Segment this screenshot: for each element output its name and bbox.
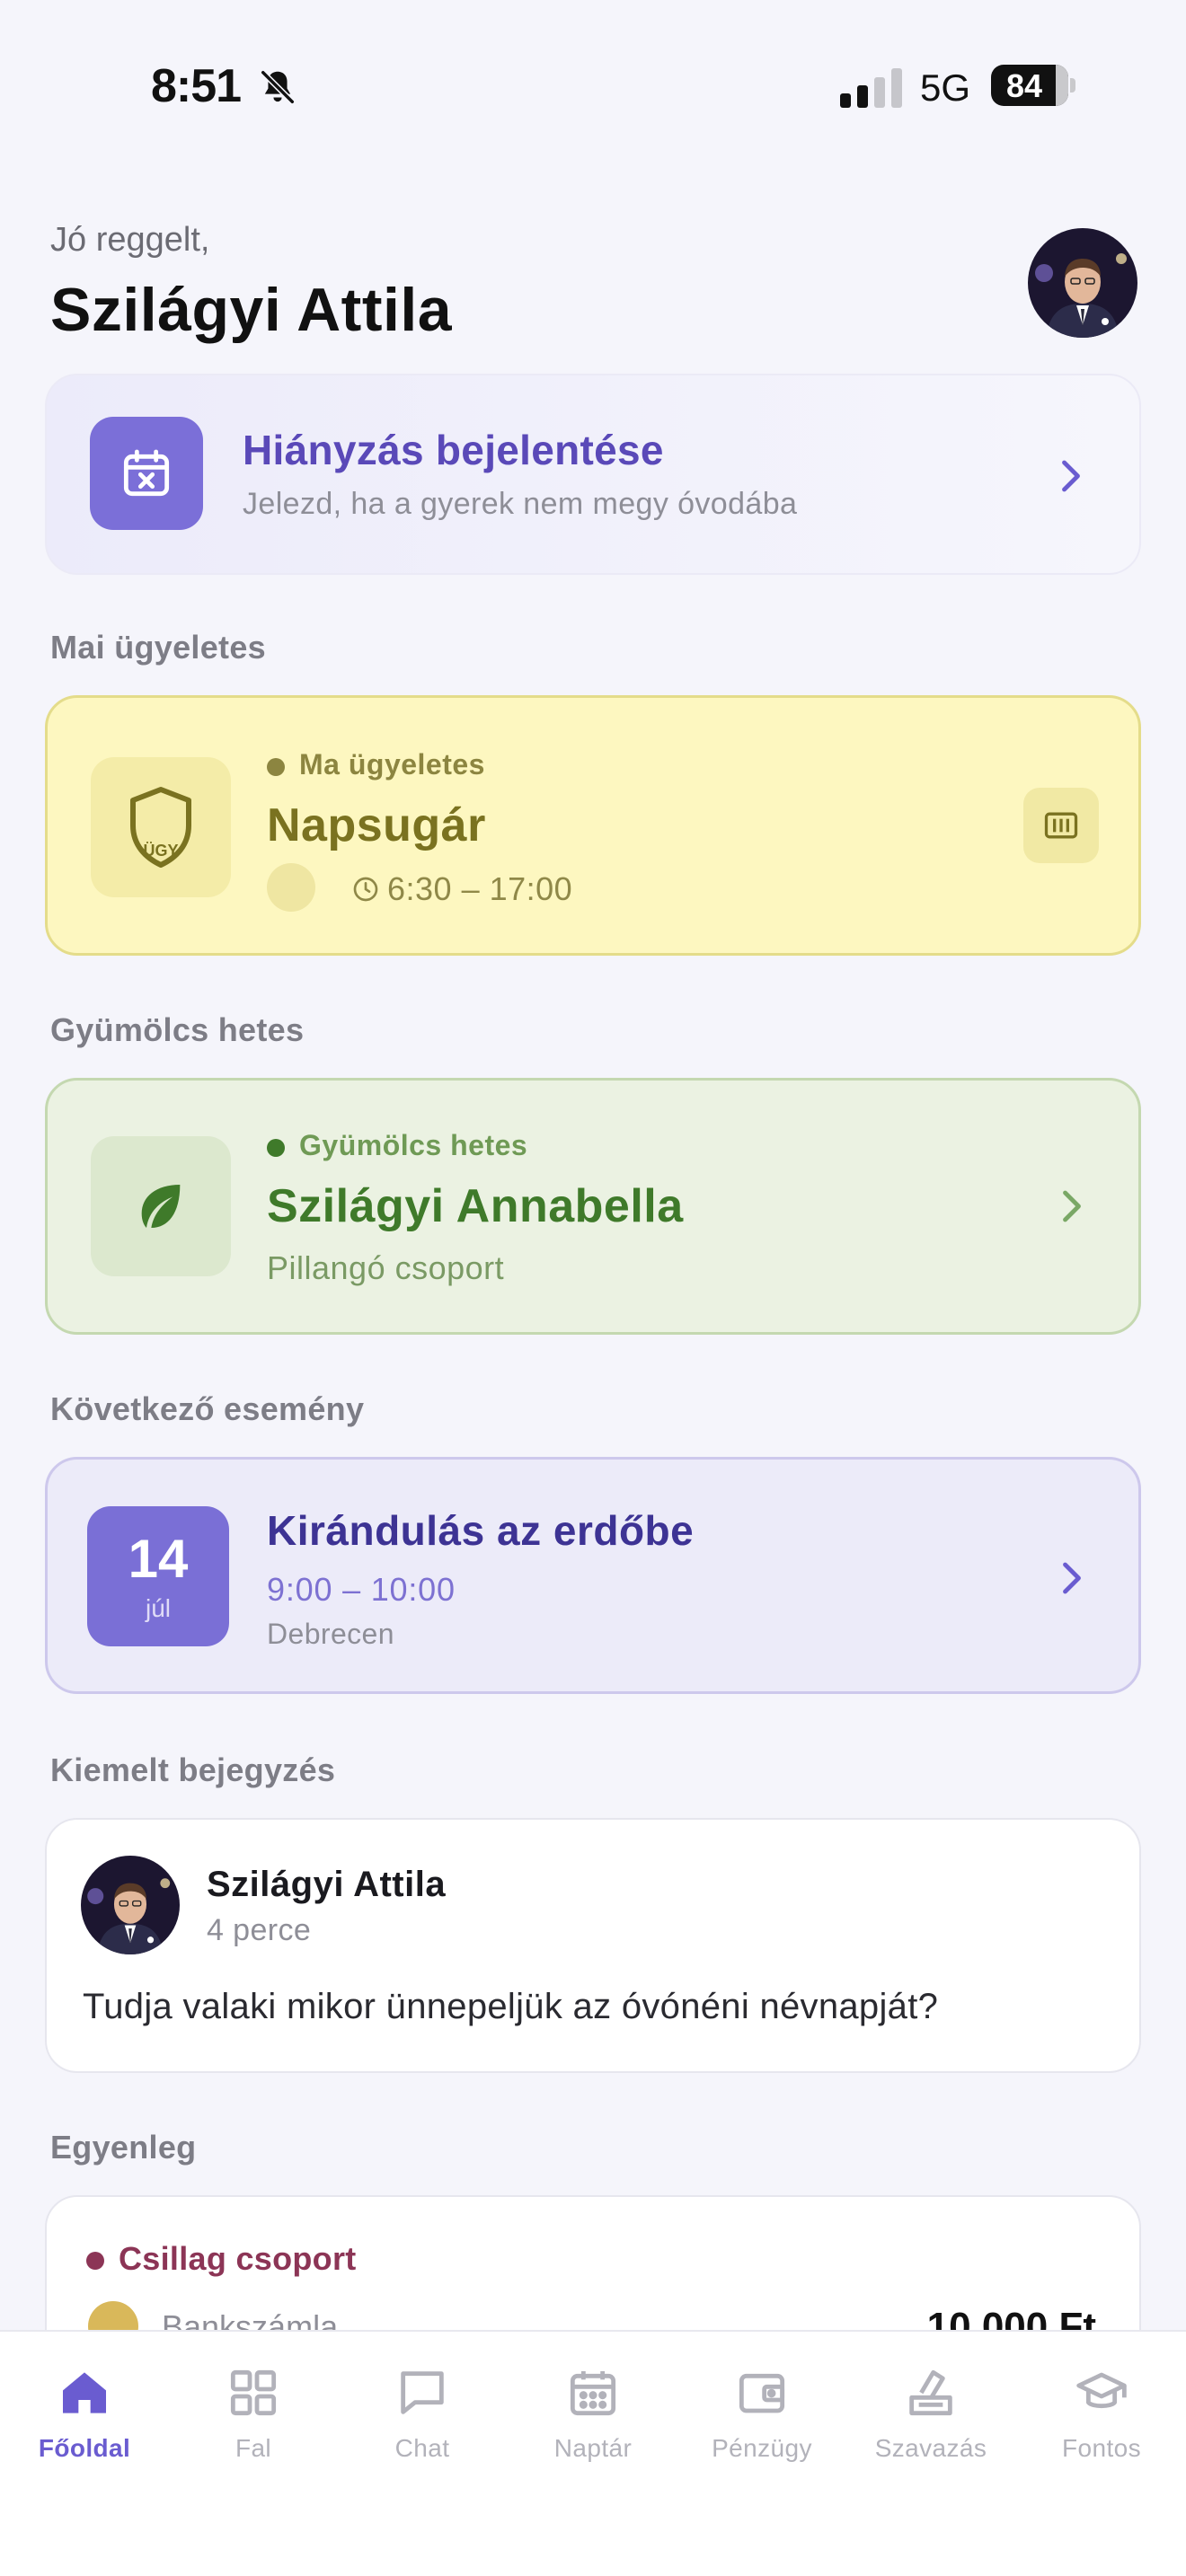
duty-avatar-placeholder: [267, 863, 315, 912]
chat-icon: [401, 2371, 444, 2414]
battery-icon: 84: [991, 65, 1077, 106]
bottom-tab-bar: Főoldal Fal Chat Naptár Pénzügy Szavazás…: [0, 2330, 1186, 2576]
profile-avatar[interactable]: [1028, 228, 1137, 338]
event-time: 9:00 – 10:00: [267, 1571, 456, 1608]
shield-icon: ÜGY: [91, 757, 231, 897]
tab-home[interactable]: Főoldal: [13, 2364, 156, 2463]
event-place: Debrecen: [267, 1618, 394, 1650]
post-time: 4 perce: [207, 1913, 312, 1947]
grid-icon: [230, 2369, 277, 2416]
tab-finance[interactable]: Pénzügy: [690, 2364, 834, 2463]
tab-chat[interactable]: Chat: [350, 2364, 494, 2463]
clock-icon: [353, 877, 378, 902]
tab-vote-label: Szavazás: [874, 2434, 987, 2462]
greeting-salutation: Jó reggelt,: [50, 221, 210, 259]
calendar-icon: [570, 2371, 616, 2416]
calendar-x-icon: [90, 417, 203, 530]
fruit-title: Szilágyi Annabella: [267, 1180, 684, 1232]
tab-calendar-label: Naptár: [553, 2434, 633, 2462]
duty-section-label: Mai ügyeletes: [50, 629, 266, 666]
post-author-avatar[interactable]: [81, 1856, 180, 1954]
tab-home-label: Főoldal: [38, 2434, 131, 2462]
qr-button[interactable]: [1023, 788, 1099, 863]
post-section-label: Kiemelt bejegyzés: [50, 1751, 336, 1788]
event-month: júl: [145, 1594, 171, 1622]
signal-icon: [840, 68, 902, 108]
barcode-icon: [1044, 812, 1078, 839]
shield-icon-text: ÜGY: [143, 842, 178, 860]
absence-report-card[interactable]: Hiányzás bejelentése Jelezd, ha a gyerek…: [45, 374, 1141, 575]
duty-time-label: 6:30 – 17:00: [387, 870, 573, 907]
event-section-label: Következő esemény: [50, 1390, 365, 1427]
chevron-right-icon: [1062, 460, 1080, 492]
battery-level: 84: [1005, 67, 1043, 104]
status-time: 8:51: [151, 60, 242, 112]
tab-chat-label: Chat: [394, 2434, 450, 2462]
leaf-icon: [91, 1136, 231, 1276]
absence-title: Hiányzás bejelentése: [243, 427, 664, 473]
duty-title: Napsugár: [267, 799, 486, 851]
tab-important[interactable]: Fontos: [1030, 2364, 1173, 2463]
tab-vote[interactable]: Szavazás: [859, 2364, 1003, 2463]
network-label: 5G: [920, 66, 971, 109]
chevron-right-icon: [1063, 1190, 1081, 1222]
duty-card: ÜGY Ma ügyeletes Napsugár 6:30 – 17:00: [45, 695, 1141, 956]
tab-finance-label: Pénzügy: [712, 2434, 812, 2462]
duty-time: 6:30 – 17:00: [351, 870, 572, 908]
tab-calendar[interactable]: Naptár: [521, 2364, 665, 2463]
wallet-icon: [739, 2373, 785, 2413]
absence-subtitle: Jelezd, ha a gyerek nem megy óvodába: [243, 487, 798, 521]
duty-tag: Ma ügyeletes: [267, 748, 485, 781]
tab-wall-label: Fal: [235, 2434, 272, 2462]
balance-group-label: Csillag csoport: [119, 2240, 357, 2277]
chevron-right-icon: [1063, 1562, 1081, 1594]
event-day: 14: [128, 1529, 189, 1589]
tab-wall[interactable]: Fal: [181, 2364, 325, 2463]
next-event-card[interactable]: 14 júl Kirándulás az erdőbe 9:00 – 10:00…: [45, 1457, 1141, 1694]
greeting-name: Szilágyi Attila: [50, 276, 453, 344]
tab-important-label: Fontos: [1062, 2434, 1141, 2462]
post-author: Szilágyi Attila: [207, 1865, 447, 1904]
fruit-subtitle: Pillangó csoport: [267, 1249, 505, 1286]
event-date-badge: 14 júl: [87, 1506, 229, 1646]
event-title: Kirándulás az erdőbe: [267, 1507, 695, 1554]
fruit-week-card[interactable]: Gyümölcs hetes Szilágyi Annabella Pillan…: [45, 1078, 1141, 1335]
post-body: Tudja valaki mikor ünnepeljük az óvónéni…: [83, 1987, 939, 2026]
balance-group: Csillag csoport: [86, 2240, 357, 2278]
duty-tag-label: Ma ügyeletes: [299, 748, 485, 781]
home-icon: [63, 2372, 106, 2413]
fruit-section-label: Gyümölcs hetes: [50, 1011, 305, 1048]
fruit-tag: Gyümölcs hetes: [267, 1129, 527, 1162]
balance-section-label: Egyenleg: [50, 2129, 197, 2166]
graduation-cap-icon: [1076, 2372, 1127, 2409]
bell-muted-icon: [261, 70, 295, 104]
vote-icon: [909, 2369, 952, 2416]
fruit-tag-label: Gyümölcs hetes: [299, 1129, 528, 1161]
featured-post-card[interactable]: Szilágyi Attila 4 perce Tudja valaki mik…: [45, 1818, 1141, 2073]
